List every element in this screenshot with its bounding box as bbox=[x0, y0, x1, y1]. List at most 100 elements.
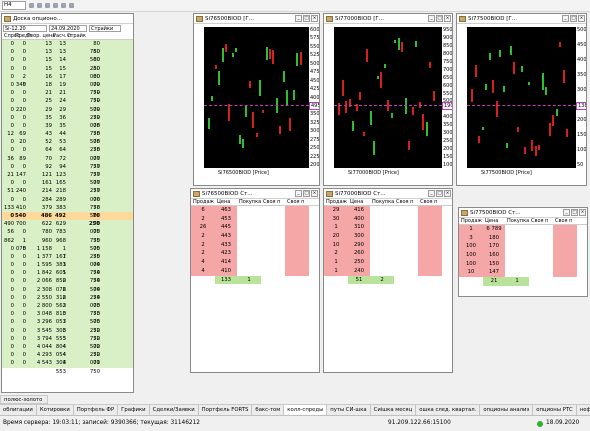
board-row[interactable]: 0 0 13 13 80 500 bbox=[2, 48, 133, 63]
orderbook-header-cell[interactable]: Продаж bbox=[193, 199, 217, 205]
orderbook-sell-row[interactable]: 2 423 bbox=[191, 249, 319, 259]
orderbook-bid-row[interactable]: 21 1 bbox=[459, 277, 587, 286]
minimize-icon[interactable]: _ bbox=[428, 190, 435, 197]
minimize-icon[interactable]: _ bbox=[295, 190, 302, 197]
workspace-tab[interactable]: Сделки/Заявки bbox=[150, 405, 199, 415]
orderbook-sell-row[interactable]: 29 416 bbox=[324, 206, 452, 215]
board-header-cell[interactable]: Спрос bbox=[4, 33, 20, 39]
board-row[interactable]: 0 0 284 289 76 750 bbox=[2, 195, 133, 211]
board-header-cell[interactable]: Расч. п bbox=[53, 33, 71, 39]
minimize-icon[interactable]: _ bbox=[428, 15, 435, 22]
close-icon[interactable]: × bbox=[579, 209, 586, 216]
contract-select[interactable]: Si-12.20 bbox=[3, 25, 47, 32]
board-row[interactable]: 004 293 4 303 72 000 bbox=[2, 351, 133, 366]
orderbook-header-cell[interactable]: Своя п bbox=[531, 218, 555, 224]
expiry-select[interactable]: 24.09.2020 bbox=[49, 25, 87, 32]
close-icon[interactable]: × bbox=[311, 190, 318, 197]
minimize-icon[interactable]: _ bbox=[562, 15, 569, 22]
close-icon[interactable]: × bbox=[311, 15, 318, 22]
chart-plot-area[interactable] bbox=[334, 27, 442, 168]
timeframe-select[interactable]: H4 bbox=[2, 1, 26, 10]
maximize-icon[interactable]: □ bbox=[436, 190, 443, 197]
board-row[interactable]: 133 410 379 383 76 500 bbox=[2, 203, 133, 219]
orderbook-header-cell[interactable]: Покупка bbox=[372, 199, 396, 205]
board-row[interactable]: 21 147 121 123 77 500 bbox=[2, 171, 133, 186]
orderbook-sell-row[interactable]: 10 147 bbox=[459, 268, 587, 278]
orderbook-sell-row[interactable]: 10 290 bbox=[324, 240, 452, 250]
board-row[interactable]: 02 345 16 17 80 000 bbox=[2, 72, 133, 88]
orderbook-header-cell[interactable]: Своя п bbox=[263, 199, 287, 205]
workspace-tab[interactable]: ошка след. квартал. bbox=[416, 405, 481, 415]
orderbook-sell-row[interactable]: 100 160 bbox=[459, 251, 587, 260]
board-row[interactable]: 36 89 70 72 77 750 bbox=[2, 154, 133, 170]
board-header-cell[interactable]: Страйк bbox=[67, 33, 86, 39]
workspace-tab[interactable]: колл-спреды bbox=[284, 405, 328, 415]
orderbook-sell-row[interactable]: 3 180 bbox=[459, 233, 587, 243]
orderbook-bid-row[interactable]: 133 1 bbox=[191, 275, 319, 285]
workspace-tab[interactable]: Портфель ФР bbox=[74, 405, 119, 415]
workspace-tab[interactable]: нефть- bbox=[577, 405, 590, 415]
orderbook-sell-row[interactable]: 30 400 bbox=[324, 214, 452, 224]
workspace-tab[interactable]: Котировки bbox=[37, 405, 74, 415]
orderbook-sell-row[interactable]: 4 410 bbox=[191, 266, 319, 276]
workspace-tab[interactable]: Графики bbox=[118, 405, 150, 415]
board-row[interactable]: 001 842 1 850 74 750 bbox=[2, 269, 133, 284]
board-row[interactable]: 002 308 2 318 74 250 bbox=[2, 285, 133, 301]
board-row[interactable]: 003 048 3 057 73 500 bbox=[2, 310, 133, 325]
orderbook-sell-row[interactable]: 2 453 bbox=[191, 214, 319, 224]
workspace-tab[interactable]: облигации bbox=[0, 405, 37, 415]
maximize-icon[interactable]: □ bbox=[571, 209, 578, 216]
crosshair-icon[interactable] bbox=[37, 3, 42, 8]
workspace-tab[interactable]: Сиішка месяц bbox=[371, 405, 417, 415]
board-row[interactable]: 0 20 52 53 78 250 bbox=[2, 138, 133, 153]
workspace-tab[interactable]: путы СИ-шка bbox=[327, 405, 371, 415]
orderbook-header-cell[interactable]: Своя п bbox=[287, 199, 311, 205]
board-row[interactable]: 0 0 92 94 77 750 bbox=[2, 162, 133, 178]
minimize-icon[interactable]: _ bbox=[563, 209, 570, 216]
maximize-icon[interactable]: □ bbox=[436, 15, 443, 22]
board-row[interactable]: 002 066 2 076 74 500 bbox=[2, 277, 133, 293]
fibo-icon[interactable] bbox=[53, 3, 58, 8]
board-row[interactable]: 003 794 3 804 72 500 bbox=[2, 334, 133, 350]
minimize-icon[interactable]: _ bbox=[295, 15, 302, 22]
board-row[interactable]: 0 0 21 21 79 750 bbox=[2, 89, 133, 104]
board-row[interactable]: 51 240 214 218 77 000 bbox=[2, 187, 133, 203]
orderbook-sell-row[interactable]: 100 150 bbox=[459, 259, 587, 269]
strikes-button[interactable]: Страйки bbox=[89, 25, 121, 32]
orderbook-sell-row[interactable]: 26 445 bbox=[191, 223, 319, 233]
workspace-tab[interactable]: опционы анализ bbox=[480, 405, 534, 415]
board-header-cell[interactable]: Теор. цена bbox=[27, 33, 55, 39]
orderbook-sell-row[interactable]: 1 310 bbox=[324, 223, 452, 233]
chart-plot-area[interactable] bbox=[467, 27, 576, 168]
orderbook-header-cell[interactable]: Своя п bbox=[396, 199, 420, 205]
orderbook-sell-row[interactable]: 1 240 bbox=[324, 266, 452, 276]
board-row[interactable]: 002 800 2 810 73 750 bbox=[2, 302, 133, 317]
draw-line-icon[interactable] bbox=[45, 3, 50, 8]
board-row[interactable]: 0 220 29 29 79 250 bbox=[2, 105, 133, 121]
board-row[interactable]: 0 0 15 14 80 250 bbox=[2, 56, 133, 72]
orderbook-header-cell[interactable]: Покупка bbox=[507, 218, 531, 224]
orderbook-header-cell[interactable]: Цена bbox=[217, 199, 239, 205]
board-row[interactable]: 003 545 3 555 72 750 bbox=[2, 326, 133, 342]
board-row[interactable]: 0 0 18 19 79 750 bbox=[2, 80, 133, 96]
board-row[interactable]: 0 0 64 64 78 000 bbox=[2, 146, 133, 162]
board-row[interactable]: 0 0 39 35 78 750 bbox=[2, 121, 133, 137]
board-row[interactable]: 003 296 3 308 73 250 bbox=[2, 318, 133, 334]
board-row[interactable]: 004 044 4 054 72 250 bbox=[2, 342, 133, 358]
orderbook-sell-row[interactable]: 100 170 bbox=[459, 242, 587, 252]
orderbook-sell-row[interactable]: 2 443 bbox=[191, 232, 319, 241]
cursor-icon[interactable] bbox=[29, 3, 34, 8]
board-row[interactable]: 56 0 780 783 75 750 bbox=[2, 228, 133, 244]
orderbook-sell-row[interactable]: 20 300 bbox=[324, 232, 452, 241]
close-icon[interactable]: × bbox=[444, 190, 451, 197]
board-row[interactable]: 001 377 1 383 75 000 bbox=[2, 252, 133, 268]
orderbook-sell-row[interactable]: 16 789 bbox=[459, 225, 587, 234]
maximize-icon[interactable]: □ bbox=[303, 190, 310, 197]
tab-group-label[interactable]: полюс-золото bbox=[0, 395, 48, 404]
orderbook-header-cell[interactable]: Своя п bbox=[420, 199, 444, 205]
close-icon[interactable]: × bbox=[578, 15, 585, 22]
orderbook-sell-row[interactable]: 1 250 bbox=[324, 258, 452, 267]
orderbook-header-cell[interactable]: Продаж bbox=[461, 218, 485, 224]
board-row[interactable]: 001 595 1 605 74 750 bbox=[2, 261, 133, 276]
board-row[interactable]: 0 0 35 36 79 000 bbox=[2, 113, 133, 129]
